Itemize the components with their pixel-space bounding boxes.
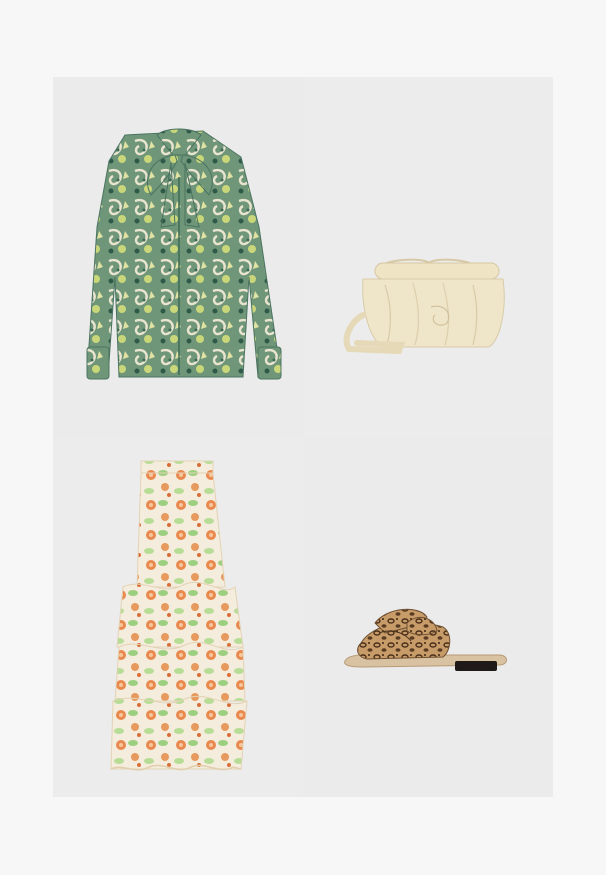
outfit-board xyxy=(53,77,553,797)
blouse-image xyxy=(86,128,282,380)
skirt-image xyxy=(110,460,248,771)
product-tile-sandal[interactable] xyxy=(303,437,553,797)
product-tile-blouse[interactable] xyxy=(53,77,303,437)
bag-image xyxy=(343,258,505,355)
product-tile-bag[interactable] xyxy=(303,77,553,437)
sandal-image xyxy=(344,608,507,671)
product-tile-skirt[interactable] xyxy=(53,437,303,797)
